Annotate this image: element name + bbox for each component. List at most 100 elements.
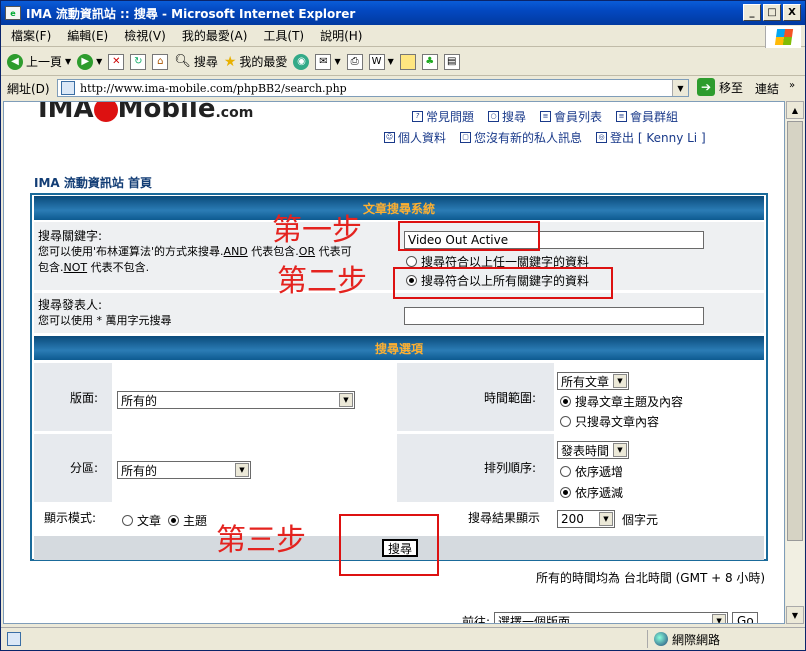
scroll-down-icon[interactable]: ▼ (786, 606, 804, 624)
mail-button[interactable]: ✉ ▼ (315, 53, 341, 70)
forum-select[interactable]: 所有的 ▼ (117, 391, 355, 409)
menu-help[interactable]: 說明(H) (320, 27, 362, 44)
sort-asc-option[interactable]: 依序遞增 (560, 463, 623, 480)
forward-button[interactable]: ▶ ▼ (77, 53, 102, 70)
step2-highlight-box (393, 267, 613, 299)
display-topics-option[interactable]: 主題 (168, 512, 207, 529)
status-bar: 網際網路 (1, 627, 805, 649)
display-posts-option[interactable]: 文章 (122, 512, 161, 529)
sort-desc-option[interactable]: 依序遞減 (560, 484, 623, 501)
print-icon: ⎙ (346, 53, 363, 70)
group-icon: ≡ (616, 111, 628, 122)
radio-any[interactable] (406, 256, 417, 267)
home-button[interactable]: ⌂ (152, 53, 169, 70)
category-select[interactable]: 所有的 ▼ (117, 461, 251, 479)
search-header: 文章搜尋系統 (34, 196, 764, 220)
step3-highlight-box (339, 514, 439, 576)
step1-annotation: 第一步 (272, 213, 362, 248)
author-input[interactable] (404, 307, 704, 325)
search-link[interactable]: ○ 搜尋 (488, 108, 526, 125)
chevron-right-icon[interactable]: » (789, 80, 795, 91)
category-label: 分區: (70, 461, 99, 475)
stop-button[interactable]: ✕ (108, 53, 125, 70)
back-arrow-icon: ◀ (7, 53, 23, 70)
step1-highlight-box (398, 221, 540, 251)
profile-link[interactable]: ☺ 個人資料 (384, 129, 446, 146)
vertical-scrollbar[interactable]: ▲ ▼ (786, 101, 804, 624)
message-icon: ▢ (460, 132, 472, 143)
minimize-button[interactable]: _ (743, 4, 761, 21)
links-button[interactable]: 連結 (755, 80, 779, 97)
top-links-row2: ☺ 個人資料 ▢ 您沒有新的私人訊息 ◎ 登出 [ Kenny Li ] (384, 129, 706, 146)
refresh-icon: ↻ (130, 53, 147, 70)
sort-select[interactable]: 發表時間 ▼ (557, 441, 629, 459)
messenger-button[interactable]: ♣ (421, 53, 438, 70)
close-button[interactable]: X (783, 4, 801, 21)
search-icon: 🔍︎ (174, 54, 191, 69)
favorites-button[interactable]: ★ 我的最愛 (224, 53, 288, 70)
time-opt-content[interactable]: 只搜尋文章內容 (560, 413, 659, 430)
scroll-up-icon[interactable]: ▲ (786, 101, 804, 119)
star-icon: ★ (223, 53, 237, 70)
mail-icon: ✉ (315, 53, 332, 70)
author-label: 搜尋發表人: (38, 298, 103, 312)
search-button[interactable]: 🔍︎ 搜尋 (174, 53, 218, 70)
jump-select[interactable]: 選擇一個版面 ▼ (494, 612, 729, 623)
media-button[interactable]: ◉ (293, 53, 310, 70)
step2-annotation: 第二步 (277, 264, 367, 299)
author-help: 您可以使用 * 萬用字元搜尋 (38, 314, 172, 327)
time-opt-topic-content[interactable]: 搜尋文章主題及內容 (560, 393, 683, 410)
menu-favorites[interactable]: 我的最愛(A) (182, 27, 248, 44)
menu-tools[interactable]: 工具(T) (263, 27, 304, 44)
go-button[interactable]: ➔ 移至 (697, 78, 743, 96)
site-logo: IMA Mobile.com (38, 102, 253, 124)
chevron-down-icon: ▼ (613, 374, 627, 388)
title-bar: e IMA 流動資訊站 :: 搜尋 - Microsoft Internet E… (1, 1, 805, 25)
scroll-thumb[interactable] (787, 121, 803, 541)
maximize-button[interactable]: □ (763, 4, 781, 21)
menu-file[interactable]: 檔案(F) (11, 27, 51, 44)
address-input[interactable]: http://www.ima-mobile.com/phpBB2/search.… (57, 79, 689, 97)
author-row: 搜尋發表人: 您可以使用 * 萬用字元搜尋 (34, 293, 764, 333)
jump-go-button[interactable]: Go (732, 612, 759, 623)
display-label: 顯示模式: (44, 511, 97, 525)
discuss-button[interactable] (399, 53, 416, 70)
menu-view[interactable]: 檢視(V) (124, 27, 166, 44)
back-button[interactable]: ◀ 上一頁 ▼ (7, 53, 71, 70)
media-icon: ◉ (293, 53, 310, 70)
print-button[interactable]: ⎙ (346, 53, 363, 70)
jump-label: 前往: (462, 614, 491, 624)
messenger-icon: ♣ (421, 53, 438, 70)
toolbar: ◀ 上一頁 ▼ ▶ ▼ ✕ ↻ ⌂ 🔍︎ 搜尋 ★ 我的最愛 ◉ ✉ ▼ ⎙ W ▼ ♣ ▤ (1, 48, 805, 76)
pm-link[interactable]: ▢ 您沒有新的私人訊息 (460, 129, 582, 146)
faq-link[interactable]: ? 常見問題 (412, 108, 474, 125)
logo-dot-icon (93, 102, 118, 122)
top-links-row1: ? 常見問題 ○ 搜尋 ≡ 會員列表 ≡ 會員群組 (412, 108, 678, 125)
edit-button[interactable]: W ▼ (368, 53, 394, 70)
forward-arrow-icon: ▶ (77, 53, 94, 70)
chevron-down-icon: ▼ (235, 463, 249, 477)
groups-link[interactable]: ≡ 會員群組 (616, 108, 678, 125)
refresh-button[interactable]: ↻ (130, 53, 147, 70)
memberlist-link[interactable]: ≡ 會員列表 (540, 108, 602, 125)
chevron-down-icon: ▼ (599, 512, 613, 526)
windows-logo-icon (765, 26, 801, 48)
address-bar: 網址(D) http://www.ima-mobile.com/phpBB2/s… (1, 77, 805, 99)
address-dropdown-icon[interactable]: ▼ (672, 80, 688, 96)
results-label: 搜尋結果顯示 (468, 511, 541, 525)
results-select[interactable]: 200 ▼ (557, 510, 615, 528)
home-icon: ⌂ (152, 53, 169, 70)
menu-edit[interactable]: 編輯(E) (67, 27, 108, 44)
chevron-down-icon: ▼ (339, 393, 353, 407)
globe-icon (654, 632, 668, 646)
logout-link[interactable]: ◎ 登出 [ Kenny Li ] (596, 129, 706, 146)
forum-index-link[interactable]: IMA 流動資訊站 首頁 (34, 174, 152, 191)
ie-window: e IMA 流動資訊站 :: 搜尋 - Microsoft Internet E… (0, 0, 806, 651)
menu-bar: 檔案(F) 編輯(E) 檢視(V) 我的最愛(A) 工具(T) 說明(H) (1, 25, 805, 47)
research-button[interactable]: ▤ (443, 53, 460, 70)
sort-label: 排列順序: (484, 461, 537, 475)
research-icon: ▤ (443, 53, 460, 70)
chevron-down-icon: ▼ (613, 443, 627, 457)
page-icon (61, 81, 75, 95)
time-select[interactable]: 所有文章 ▼ (557, 372, 629, 390)
